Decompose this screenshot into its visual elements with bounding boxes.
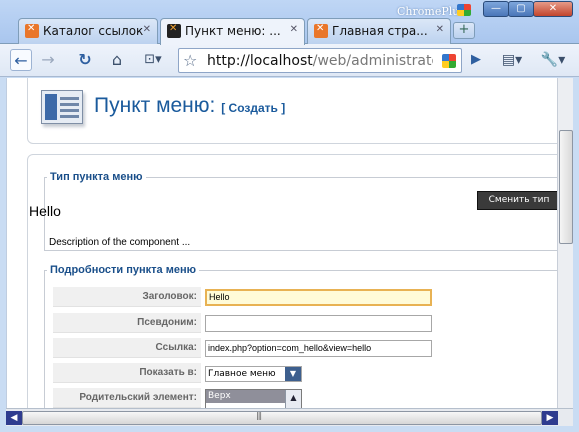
close-tab-icon[interactable]: ✕ [290,24,298,35]
title-label: Заголовок: [53,287,201,307]
page-title: Пункт меню: [ Создать ] [94,94,286,117]
minimize-button[interactable]: — [483,1,509,17]
form-row-title: Заголовок: Hello [53,287,553,309]
tab-home-page[interactable]: Главная стра... ✕ [307,18,451,44]
new-tab-button[interactable]: + [453,22,475,39]
browser-titlebar: ChromePlus — ▢ ✕ Каталог ссылок ✕ Пункт … [0,0,579,45]
component-description: Description of the component ... [49,237,191,248]
menu-manager-icon [41,90,83,124]
alias-label: Псевдоним: [53,313,201,333]
change-type-button[interactable]: Сменить тип [477,191,557,210]
address-bar[interactable]: ☆ http://localhost/web/administrato [178,48,462,73]
wrench-menu-button[interactable]: 🔧▾ [537,49,569,71]
close-tab-icon[interactable]: ✕ [143,24,151,35]
bookmark-star-icon[interactable]: ☆ [183,51,197,70]
tab-label: Каталог ссылок [43,24,144,38]
horizontal-scroll-thumb[interactable] [22,411,542,425]
tab-label: Главная стра... [332,24,428,38]
form-row-parent: Родительский элемент: Верх ▲ [53,388,553,408]
form-row-show-in: Показать в: Главное меню ▼ [53,363,553,385]
link-label: Ссылка: [53,338,201,358]
page-header: Пункт меню: [ Создать ] [27,78,557,144]
grip-icon: ||| [256,411,262,420]
link-input[interactable]: index.php?option=com_hello&view=hello [205,340,432,357]
form-row-alias: Псевдоним: [53,313,553,335]
close-window-button[interactable]: ✕ [533,1,573,17]
browser-brand: ChromePlus [397,5,465,18]
tab-link-catalog[interactable]: Каталог ссылок ✕ [18,18,158,44]
chevron-down-icon[interactable]: ▼ [285,367,301,381]
page-menu-button[interactable]: ▤▾ [497,49,527,71]
address-url[interactable]: http://localhost/web/administrato [207,53,433,69]
parent-label: Родительский элемент: [53,388,201,408]
back-button[interactable]: ← [10,49,32,71]
scroll-left-icon[interactable]: ◀ [6,411,22,425]
extension-icon[interactable] [442,54,456,68]
close-tab-icon[interactable]: ✕ [436,24,444,35]
parent-option-selected[interactable]: Верх [206,390,286,403]
page-viewport: Пункт меню: [ Создать ] Тип пункта меню … [6,78,557,408]
go-button[interactable]: ▶ [466,49,486,71]
maximize-button[interactable]: ▢ [508,1,534,17]
title-input[interactable]: Hello [205,289,432,306]
reload-button[interactable]: ↻ [73,49,97,71]
xampp-favicon-icon [314,23,328,38]
sidebar-toggle-button[interactable]: ⊡▾ [138,49,168,71]
show-in-value: Главное меню [208,369,276,379]
browser-toolbar: ← → ↻ ⌂ ⊡▾ ☆ http://localhost/web/admini… [0,44,579,77]
forward-button[interactable]: → [37,49,59,71]
chevron-up-icon[interactable]: ▲ [285,390,301,408]
xampp-favicon-icon [25,23,39,38]
horizontal-scrollbar[interactable]: ◀ ||| ▶ [6,408,573,426]
component-name: Hello [29,203,61,219]
joomla-favicon-icon [167,23,181,38]
parent-listbox[interactable]: Верх ▲ [205,389,302,408]
menu-item-details-legend: Подробности пункта меню [50,264,197,276]
tab-menu-item[interactable]: Пункт меню: ... ✕ [160,18,305,45]
menu-item-details-fieldset: Подробности пункта меню [44,264,557,408]
show-in-select[interactable]: Главное меню ▼ [205,366,302,382]
scroll-right-icon[interactable]: ▶ [542,411,558,425]
vertical-scroll-thumb[interactable] [559,130,573,244]
tab-label: Пункт меню: ... [185,24,281,38]
form-row-link: Ссылка: index.php?option=com_hello&view=… [53,338,553,360]
vertical-scrollbar[interactable] [557,78,573,408]
home-button[interactable]: ⌂ [105,49,129,71]
alias-input[interactable] [205,315,432,332]
menu-item-type-legend: Тип пункта меню [50,171,143,183]
show-in-label: Показать в: [53,363,201,383]
page-subtitle: [ Создать ] [221,101,286,115]
chromeplus-logo-icon [457,4,471,16]
